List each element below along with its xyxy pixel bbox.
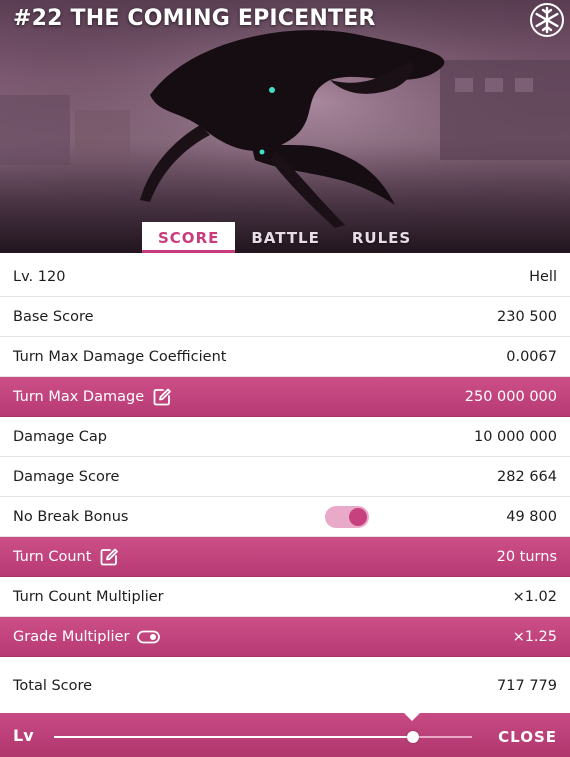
turn-count-value: 20 turns (496, 549, 557, 565)
snowflake-button[interactable] (530, 3, 564, 37)
level-slider-thumb[interactable] (407, 731, 420, 743)
total-score-value: 717 779 (497, 678, 557, 694)
score-panel: #22 THE COMING EPICENTER SCORE BATTLE RU… (0, 0, 570, 757)
no-break-label: No Break Bonus (13, 509, 129, 525)
max-damage-row[interactable]: Turn Max Damage 250 000 000 (0, 377, 570, 417)
lv-label: Lv (13, 726, 34, 745)
quest-title: #22 THE COMING EPICENTER (13, 6, 376, 31)
max-damage-label: Turn Max Damage (13, 389, 145, 405)
edit-icon[interactable] (152, 387, 172, 407)
damage-score-value: 282 664 (497, 469, 557, 485)
level-row: Lv. 120 Hell (0, 257, 570, 297)
coefficient-value: 0.0067 (506, 349, 557, 365)
turn-count-row[interactable]: Turn Count 20 turns (0, 537, 570, 577)
tab-bar: SCORE BATTLE RULES (142, 222, 427, 253)
toggle-knob (349, 508, 367, 526)
max-damage-value: 250 000 000 (464, 389, 557, 405)
coefficient-row: Turn Max Damage Coefficient 0.0067 (0, 337, 570, 377)
coefficient-label: Turn Max Damage Coefficient (13, 349, 227, 365)
difficulty-value: Hell (529, 269, 557, 285)
tab-score[interactable]: SCORE (142, 222, 236, 253)
total-score-row: Total Score 717 779 (0, 657, 570, 713)
total-score-label: Total Score (13, 678, 93, 694)
level-label: Lv. 120 (13, 269, 66, 285)
grade-multiplier-label: Grade Multiplier (13, 629, 130, 645)
turn-count-label: Turn Count (13, 549, 92, 565)
grade-multiplier-label-wrap: Grade Multiplier (13, 617, 161, 657)
boss-artwork (0, 0, 570, 253)
turn-multiplier-value: ×1.02 (512, 589, 557, 605)
base-score-row: Base Score 230 500 (0, 297, 570, 337)
grade-multiplier-row[interactable]: Grade Multiplier ×1.25 (0, 617, 570, 657)
level-slider-fill (54, 736, 414, 738)
tab-battle[interactable]: BATTLE (235, 222, 336, 253)
tab-rules[interactable]: RULES (336, 222, 427, 253)
damage-cap-value: 10 000 000 (473, 429, 557, 445)
turn-multiplier-label: Turn Count Multiplier (13, 589, 164, 605)
snowflake-icon (530, 3, 564, 37)
level-slider-bar: Lv CLOSE (0, 712, 570, 757)
damage-score-label: Damage Score (13, 469, 120, 485)
max-damage-label-wrap: Turn Max Damage (13, 377, 172, 417)
turn-multiplier-row: Turn Count Multiplier ×1.02 (0, 577, 570, 617)
damage-cap-row: Damage Cap 10 000 000 (0, 417, 570, 457)
no-break-toggle[interactable] (325, 506, 369, 528)
damage-cap-label: Damage Cap (13, 429, 108, 445)
edit-icon[interactable] (99, 547, 119, 567)
no-break-row: No Break Bonus 49 800 (0, 497, 570, 537)
base-score-value: 230 500 (497, 309, 557, 325)
close-button[interactable]: CLOSE (498, 713, 557, 757)
turn-count-label-wrap: Turn Count (13, 537, 119, 577)
grade-multiplier-value: ×1.25 (512, 629, 557, 645)
base-score-label: Base Score (13, 309, 94, 325)
slider-pointer (403, 712, 421, 721)
damage-score-row: Damage Score 282 664 (0, 457, 570, 497)
toggle-icon[interactable] (137, 630, 161, 644)
boss-banner: #22 THE COMING EPICENTER SCORE BATTLE RU… (0, 0, 570, 253)
no-break-value: 49 800 (506, 509, 557, 525)
